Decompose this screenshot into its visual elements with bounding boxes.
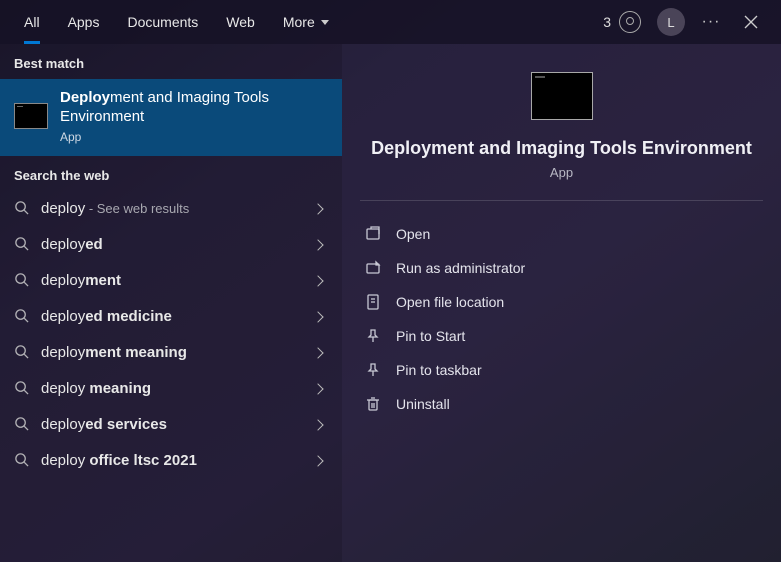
action-pin-taskbar[interactable]: Pin to taskbar — [352, 353, 771, 387]
search-icon — [14, 272, 29, 290]
tab-more-label: More — [283, 14, 315, 30]
web-search-header: Search the web — [0, 156, 342, 191]
app-thumbnail-icon — [14, 103, 48, 129]
web-result-item[interactable]: deploy meaning — [0, 371, 342, 407]
web-result-item[interactable]: deployed services — [0, 407, 342, 443]
chevron-down-icon — [321, 20, 329, 25]
tab-web[interactable]: Web — [212, 0, 269, 44]
action-label: Uninstall — [396, 396, 450, 412]
results-pane: Best match Deployment and Imaging Tools … — [0, 44, 342, 562]
rewards-count: 3 — [603, 14, 611, 30]
divider — [360, 200, 763, 201]
chevron-right-icon — [312, 239, 323, 250]
rewards-badge[interactable]: 3 — [593, 11, 651, 33]
action-label: Pin to taskbar — [396, 362, 482, 378]
pin-icon — [364, 327, 382, 345]
chevron-right-icon — [312, 347, 323, 358]
web-result-text: deploy - See web results — [41, 200, 302, 217]
search-icon — [14, 380, 29, 398]
folder-icon — [364, 293, 382, 311]
search-icon — [14, 308, 29, 326]
search-icon — [14, 200, 29, 218]
action-label: Pin to Start — [396, 328, 465, 344]
avatar[interactable]: L — [657, 8, 685, 36]
chevron-right-icon — [312, 383, 323, 394]
action-pin-start[interactable]: Pin to Start — [352, 319, 771, 353]
web-result-text: deployment meaning — [41, 344, 302, 361]
web-result-text: deployment — [41, 272, 302, 289]
web-result-text: deploy office ltsc 2021 — [41, 452, 302, 469]
action-label: Run as administrator — [396, 260, 525, 276]
action-label: Open file location — [396, 294, 504, 310]
action-run-admin[interactable]: Run as administrator — [352, 251, 771, 285]
web-result-text: deployed services — [41, 416, 302, 433]
action-uninstall[interactable]: Uninstall — [352, 387, 771, 421]
web-results-list: deploy - See web results deployed deployme… — [0, 191, 342, 479]
shield-icon — [364, 259, 382, 277]
search-icon — [14, 236, 29, 254]
tab-apps[interactable]: Apps — [54, 0, 114, 44]
web-result-text: deploy meaning — [41, 380, 302, 397]
tab-all[interactable]: All — [10, 0, 54, 44]
chevron-right-icon — [312, 203, 323, 214]
rewards-icon — [619, 11, 641, 33]
web-result-text: deployed medicine — [41, 308, 302, 325]
more-options-button[interactable]: ··· — [691, 0, 731, 44]
actions-list: Open Run as administrator Open file loca… — [342, 211, 781, 427]
tab-more[interactable]: More — [269, 0, 343, 44]
close-button[interactable] — [731, 0, 771, 44]
chevron-right-icon — [312, 455, 323, 466]
open-icon — [364, 225, 382, 243]
chevron-right-icon — [312, 275, 323, 286]
action-open[interactable]: Open — [352, 217, 771, 251]
preview-title: Deployment and Imaging Tools Environment — [342, 138, 781, 159]
search-icon — [14, 416, 29, 434]
web-result-item[interactable]: deploy - See web results — [0, 191, 342, 227]
preview-subtitle: App — [342, 165, 781, 180]
best-match-title: Deployment and Imaging Tools Environment — [60, 89, 328, 127]
web-result-item[interactable]: deployed medicine — [0, 299, 342, 335]
action-label: Open — [396, 226, 430, 242]
pin-icon — [364, 361, 382, 379]
search-tabs: All Apps Documents Web More 3 L ··· — [0, 0, 781, 44]
search-icon — [14, 344, 29, 362]
web-result-item[interactable]: deployment meaning — [0, 335, 342, 371]
search-icon — [14, 452, 29, 470]
trash-icon — [364, 395, 382, 413]
web-result-text: deployed — [41, 236, 302, 253]
web-result-item[interactable]: deploy office ltsc 2021 — [0, 443, 342, 479]
preview-app-icon — [531, 72, 593, 120]
best-match-header: Best match — [0, 44, 342, 79]
action-open-location[interactable]: Open file location — [352, 285, 771, 319]
chevron-right-icon — [312, 419, 323, 430]
tab-documents[interactable]: Documents — [113, 0, 212, 44]
close-icon — [744, 15, 758, 29]
chevron-right-icon — [312, 311, 323, 322]
web-result-item[interactable]: deployed — [0, 227, 342, 263]
web-result-item[interactable]: deployment — [0, 263, 342, 299]
preview-pane: Deployment and Imaging Tools Environment… — [342, 44, 781, 562]
best-match-subtitle: App — [60, 130, 328, 144]
best-match-result[interactable]: Deployment and Imaging Tools Environment… — [0, 79, 342, 156]
